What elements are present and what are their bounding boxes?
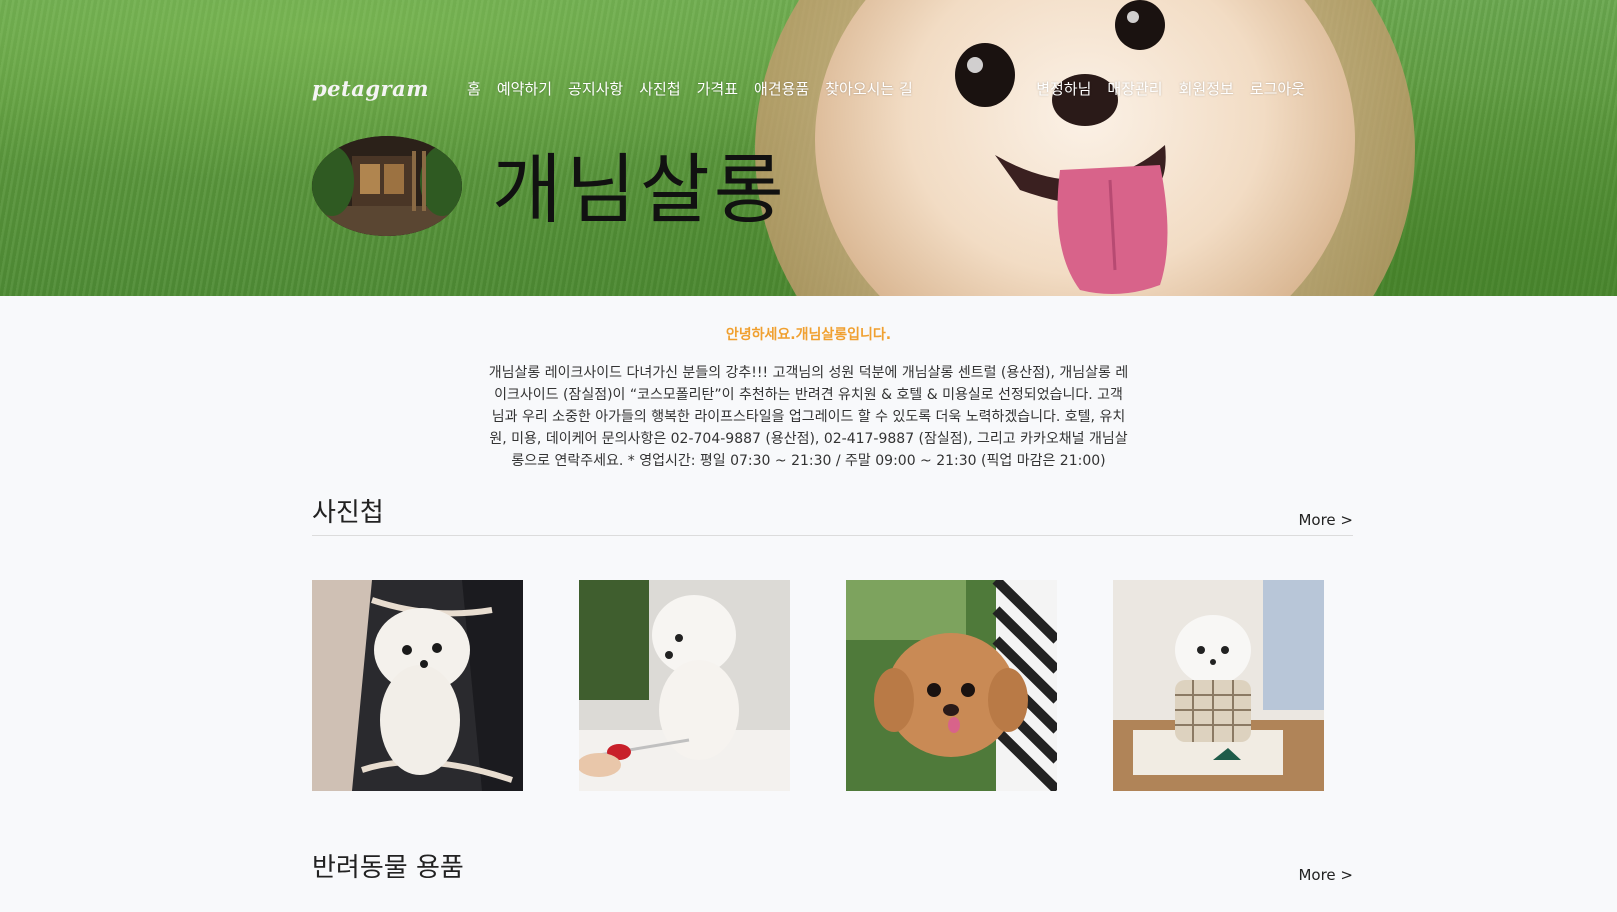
products-more-link[interactable]: More > bbox=[1298, 866, 1353, 884]
gallery-photo-3[interactable] bbox=[846, 580, 1057, 791]
gallery-more-link[interactable]: More > bbox=[1298, 511, 1353, 529]
nav-logout[interactable]: 로그아웃 bbox=[1250, 78, 1305, 99]
salon-logo-image bbox=[312, 136, 462, 236]
gallery-section: 사진첩 More > bbox=[312, 492, 1353, 791]
nav-reservation[interactable]: 예약하기 bbox=[497, 78, 552, 99]
hero-banner: petagram 홈 예약하기 공지사항 사진첩 가격표 애견용품 찾아오시는 … bbox=[0, 0, 1617, 296]
nav-gallery[interactable]: 사진첩 bbox=[639, 78, 680, 99]
intro-section: 안녕하세요.개님살롱입니다. 개님살롱 레이크사이드 다녀가신 분들의 강추!!… bbox=[0, 296, 1617, 472]
nav-home[interactable]: 홈 bbox=[467, 78, 481, 99]
pomeranian-hero-image bbox=[755, 0, 1415, 296]
products-title: 반려동물 용품 bbox=[312, 853, 464, 883]
gallery-photo-2[interactable] bbox=[579, 580, 790, 791]
nav-directions[interactable]: 찾아오시는 길 bbox=[825, 78, 913, 99]
gallery-photo-1[interactable] bbox=[312, 580, 523, 791]
intro-heading: 안녕하세요.개님살롱입니다. bbox=[725, 327, 892, 343]
intro-body: 개님살롱 레이크사이드 다녀가신 분들의 강추!!! 고객님의 성원 덕분에 개… bbox=[488, 365, 1129, 469]
main-menu: 홈 예약하기 공지사항 사진첩 가격표 애견용품 찾아오시는 길 bbox=[467, 78, 929, 99]
nav-pet-supplies[interactable]: 애견용품 bbox=[754, 78, 809, 99]
brand-logo[interactable]: petagram bbox=[312, 76, 467, 101]
nav-user-name[interactable]: 변정하님 bbox=[1036, 78, 1091, 99]
products-header: 반려동물 용품 More > bbox=[312, 847, 1353, 890]
gallery-photo-4[interactable] bbox=[1113, 580, 1324, 791]
user-menu: 변정하님 매장관리 회원정보 로그아웃 bbox=[1036, 78, 1305, 99]
top-nav: petagram 홈 예약하기 공지사항 사진첩 가격표 애견용품 찾아오시는 … bbox=[312, 70, 1305, 106]
gallery-grid bbox=[312, 580, 1353, 791]
gallery-header: 사진첩 More > bbox=[312, 492, 1353, 536]
nav-price[interactable]: 가격표 bbox=[697, 78, 738, 99]
gallery-title: 사진첩 bbox=[312, 498, 384, 528]
nav-notice[interactable]: 공지사항 bbox=[568, 78, 623, 99]
products-section: 반려동물 용품 More > bbox=[312, 847, 1353, 890]
nav-member-info[interactable]: 회원정보 bbox=[1179, 78, 1234, 99]
salon-title: 개님살롱 bbox=[492, 145, 788, 234]
nav-store-admin[interactable]: 매장관리 bbox=[1107, 78, 1162, 99]
